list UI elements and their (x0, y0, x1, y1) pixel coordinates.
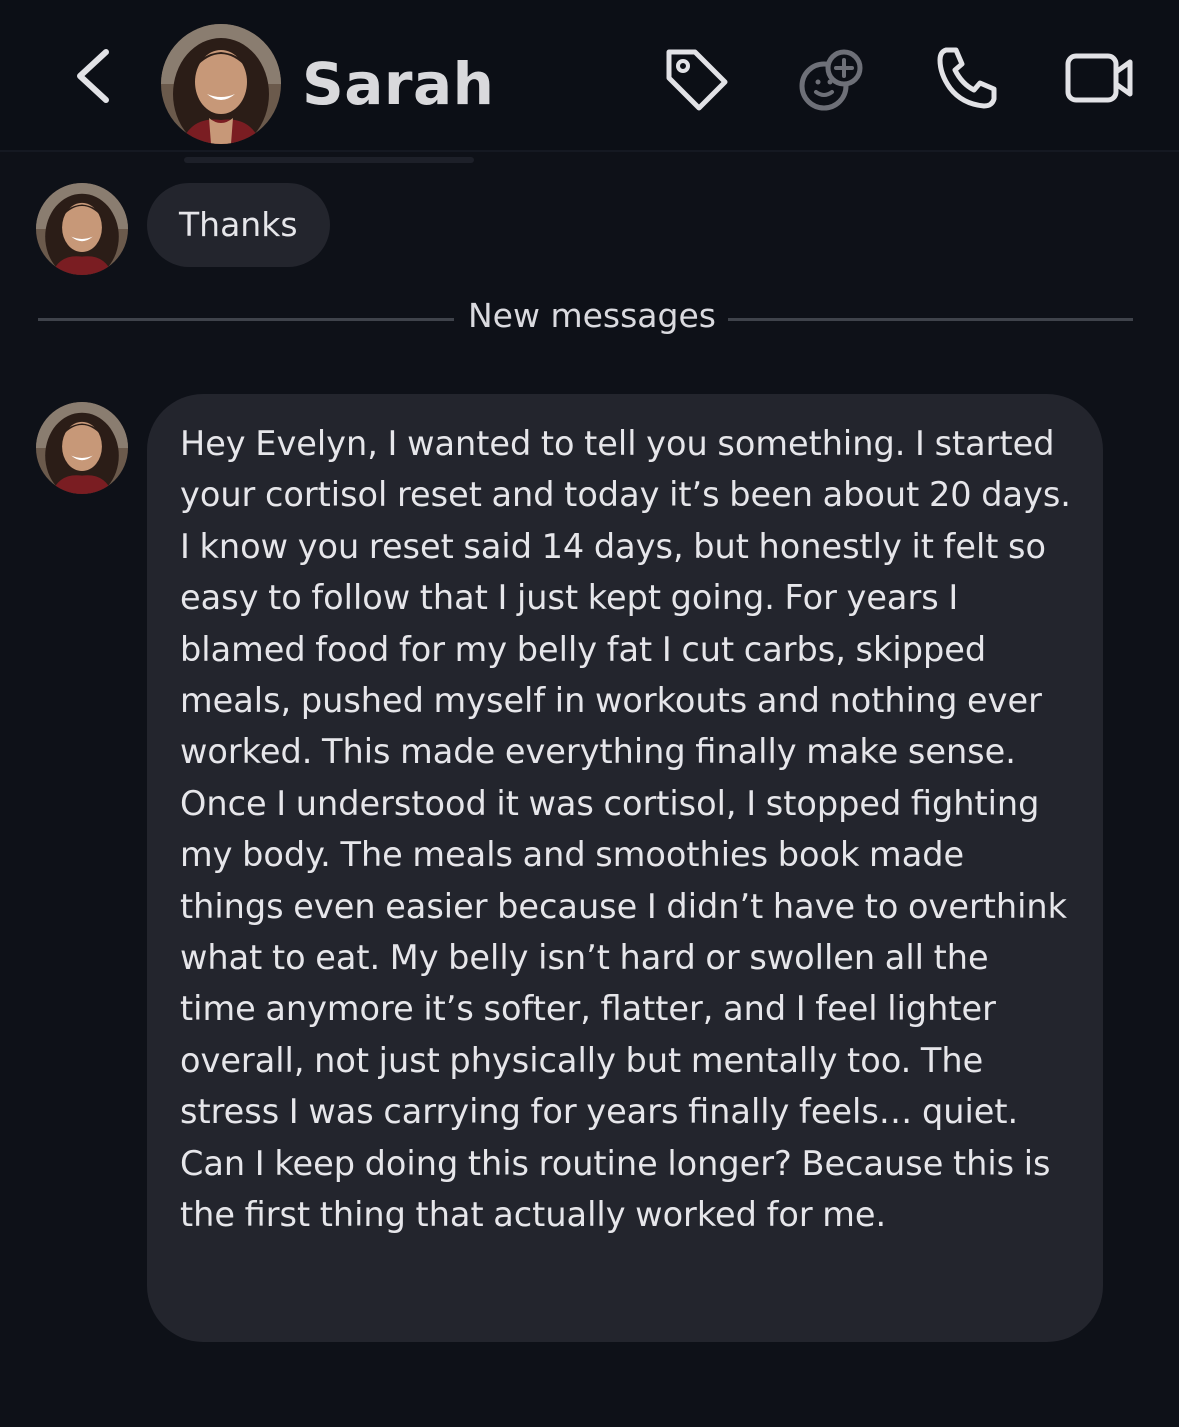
contact-name[interactable]: Sarah (302, 50, 494, 118)
back-button[interactable] (62, 40, 126, 112)
message-bubble[interactable]: Thanks (147, 183, 330, 267)
message-avatar[interactable] (36, 402, 128, 494)
new-messages-divider: New messages (38, 296, 1133, 344)
message-avatar[interactable] (36, 183, 128, 275)
phone-icon (937, 47, 997, 109)
divider-line (728, 318, 1133, 321)
effects-icon (799, 49, 863, 111)
voice-call-button[interactable] (928, 38, 1008, 118)
message-bubble[interactable]: Hey Evelyn, I wanted to tell you somethi… (147, 394, 1103, 1342)
back-icon (77, 49, 109, 103)
contact-avatar[interactable] (161, 24, 281, 144)
effects-button[interactable] (792, 38, 872, 118)
scroll-shadow (184, 157, 474, 163)
divider-line (38, 318, 454, 321)
video-icon (1065, 53, 1133, 103)
chat-header: Sarah (0, 0, 1179, 152)
divider-label: New messages (468, 296, 716, 335)
tag-button[interactable] (655, 38, 735, 118)
video-call-button[interactable] (1060, 38, 1140, 118)
tag-icon (666, 49, 728, 111)
